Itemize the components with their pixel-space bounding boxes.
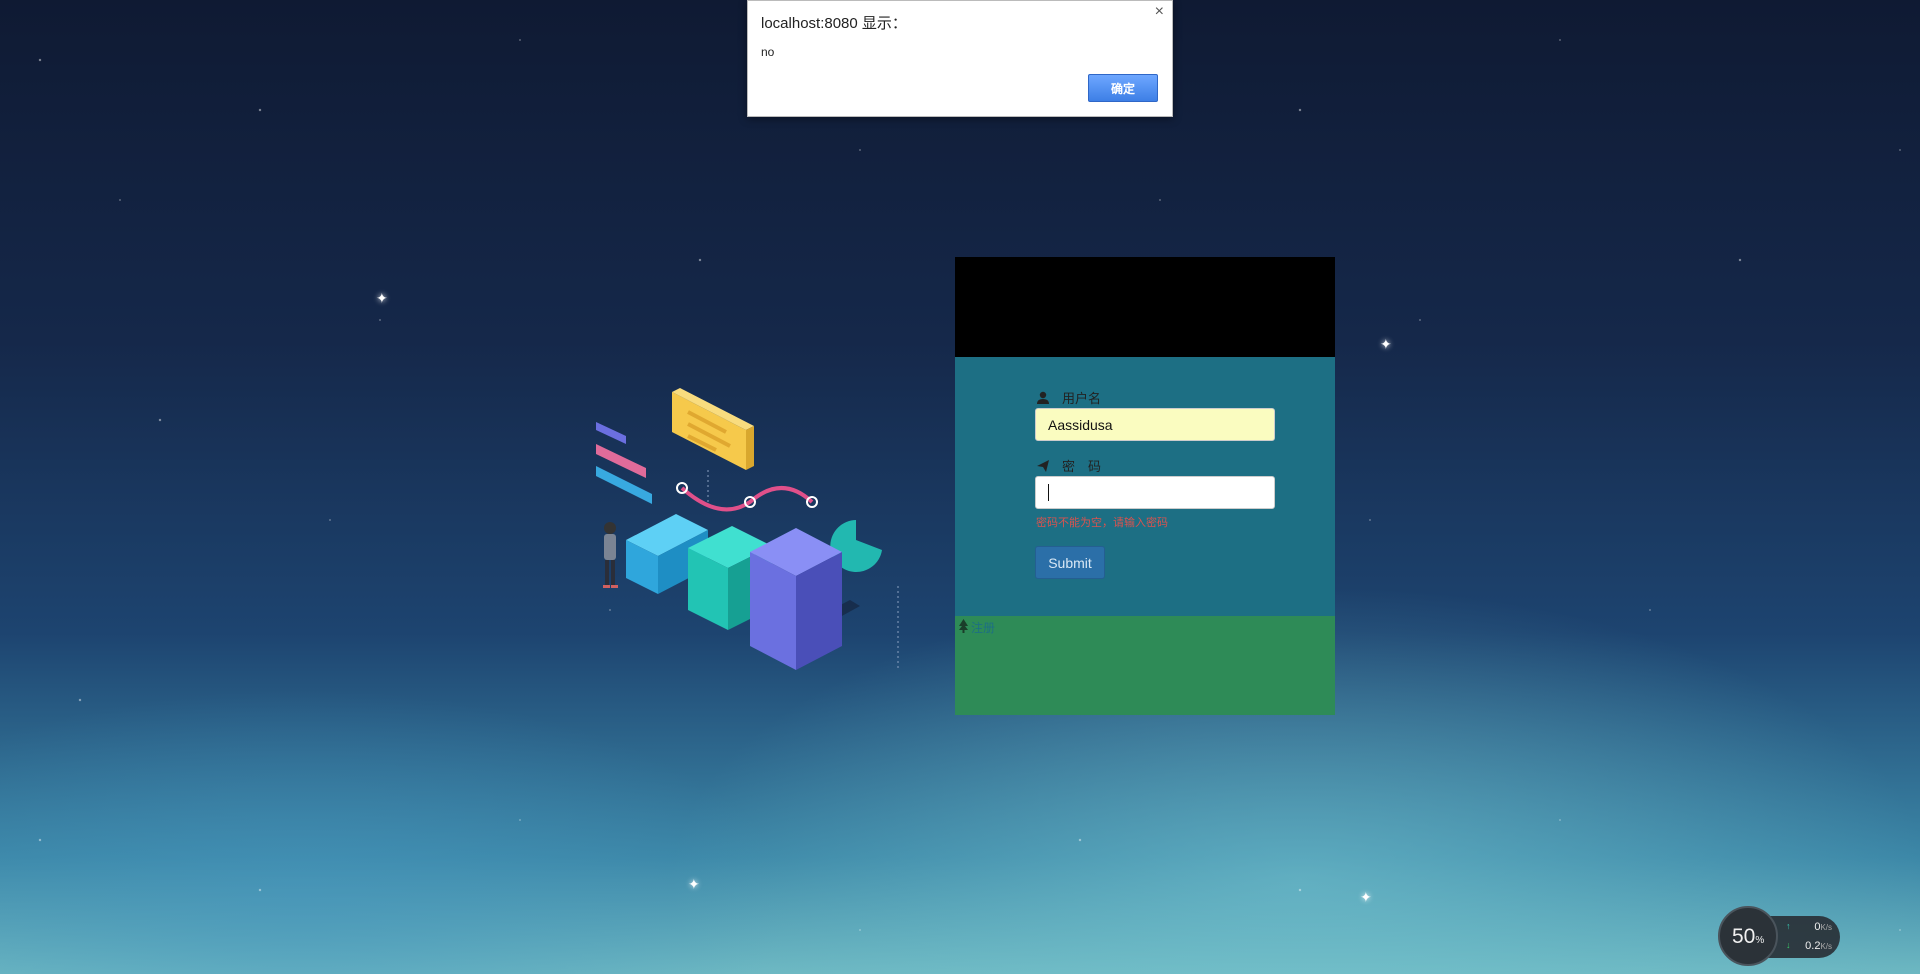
sparkle-icon: ✦	[688, 876, 700, 892]
username-label-row: 用户名	[1036, 388, 1101, 407]
sparkle-icon: ✦	[1380, 336, 1392, 352]
login-panel-header	[955, 257, 1335, 357]
download-arrow-icon: ↓	[1786, 940, 1791, 950]
alert-ok-button[interactable]: 确定	[1088, 74, 1158, 102]
memory-usage-circle: 50%	[1718, 906, 1778, 966]
network-speed-widget[interactable]: 50% ↑ 0K/s ↓ 0.2K/s	[1718, 906, 1840, 968]
tree-icon	[959, 619, 968, 633]
username-label: 用户名	[1062, 391, 1102, 406]
alert-message: no	[761, 45, 775, 59]
password-label-row: 密 码	[1036, 456, 1101, 475]
password-input[interactable]	[1035, 476, 1275, 509]
sparkle-icon: ✦	[376, 290, 388, 306]
register-link[interactable]: 注册	[971, 619, 995, 636]
send-icon	[1037, 459, 1049, 472]
login-panel: 用户名 密 码 密码不能为空，请输入密码 Submit 注册	[955, 257, 1335, 715]
usage-percent: 50%	[1732, 925, 1765, 948]
username-input[interactable]	[1035, 408, 1275, 441]
sparkle-icon: ✦	[1360, 889, 1372, 905]
download-speed: 0.2K/s	[1805, 940, 1832, 952]
password-label: 密 码	[1062, 459, 1102, 474]
upload-speed: 0K/s	[1814, 921, 1832, 933]
alert-title: localhost:8080 显示：	[761, 15, 907, 32]
text-caret	[1048, 484, 1049, 501]
user-icon	[1037, 391, 1049, 404]
isometric-data-illustration	[596, 388, 899, 670]
upload-arrow-icon: ↑	[1786, 921, 1791, 931]
login-panel-footer: 注册	[955, 616, 1335, 715]
alert-dialog: localhost:8080 显示： × no 确定	[747, 0, 1173, 117]
password-error-message: 密码不能为空，请输入密码	[1036, 517, 1168, 529]
submit-button[interactable]: Submit	[1035, 546, 1105, 579]
close-icon[interactable]: ×	[1155, 3, 1164, 21]
